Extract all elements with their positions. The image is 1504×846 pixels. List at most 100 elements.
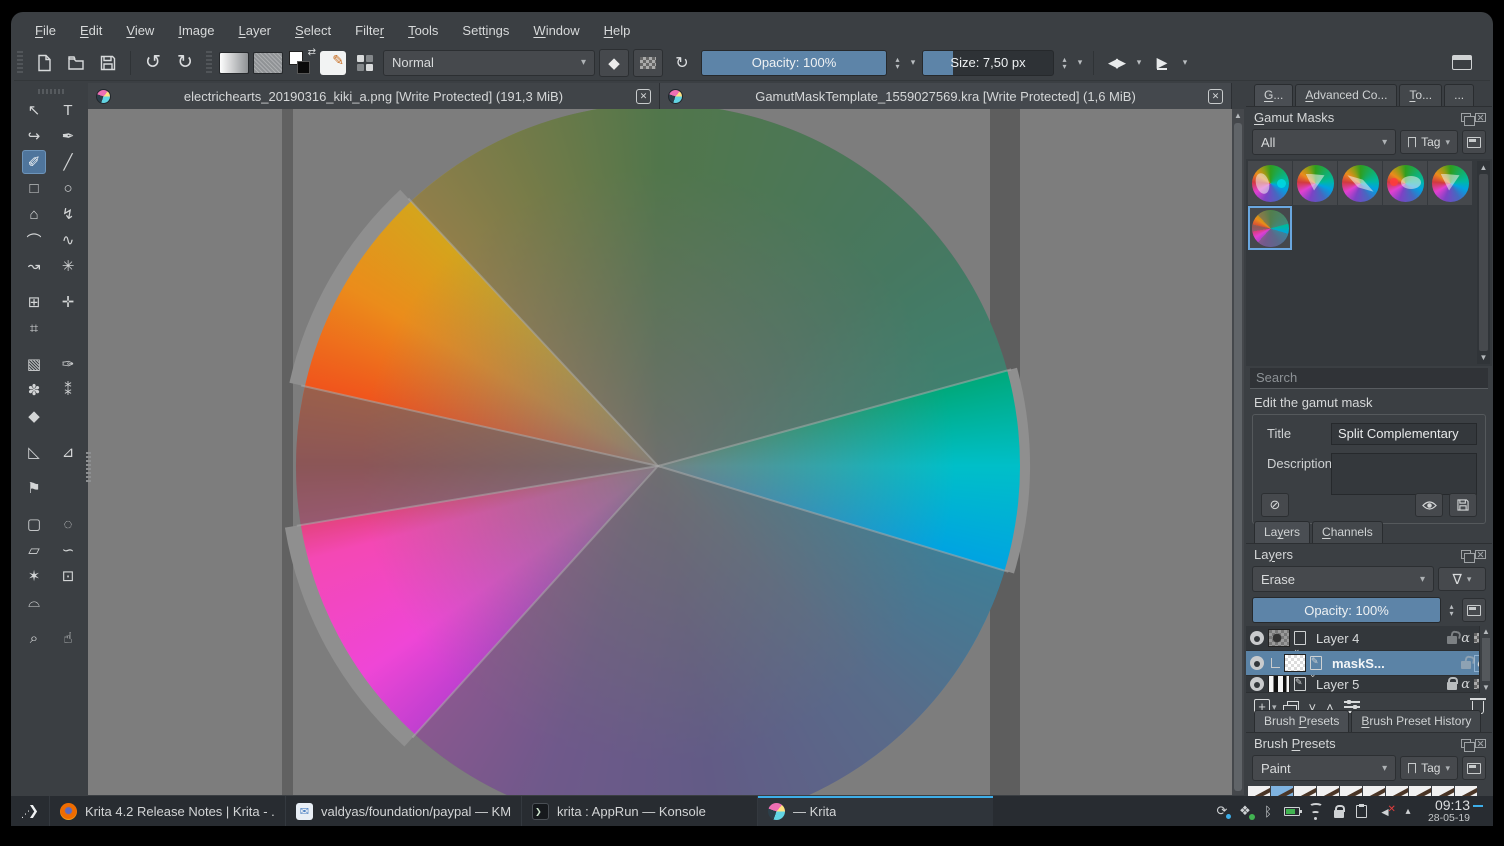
layer-visibility-toggle[interactable] xyxy=(1250,631,1264,645)
menu-file[interactable]: File xyxy=(24,19,67,42)
menu-settings[interactable]: Settings xyxy=(451,19,520,42)
layer-opacity-spinner[interactable]: ▴ ▾ xyxy=(1445,597,1458,623)
similar-select-tool[interactable]: ⊡ xyxy=(56,564,80,588)
menu-image[interactable]: Image xyxy=(167,19,225,42)
brush-filter-combo[interactable]: Paint ▾ xyxy=(1252,755,1397,781)
bezier-select-tool[interactable]: ⌓ xyxy=(22,590,46,614)
scrollbar-thumb[interactable] xyxy=(1482,638,1490,681)
toolbar-grip-2[interactable] xyxy=(206,50,212,75)
document-tab[interactable]: GamutMaskTemplate_1559027569.kra [Write … xyxy=(660,83,1232,109)
pan-tool[interactable]: ☝ xyxy=(56,626,80,650)
zoom-tool[interactable]: ⌕ xyxy=(22,626,46,650)
title-field-input[interactable]: Split Complementary xyxy=(1331,423,1477,445)
opacity-spinner[interactable]: ▴ ▾ xyxy=(891,50,904,76)
opacity-slider[interactable]: Opacity: 100% xyxy=(701,49,887,76)
gradient-chooser-button[interactable] xyxy=(219,49,249,77)
bezier-curve-tool[interactable]: ⌒ xyxy=(22,228,46,252)
mask-dot-ellipse[interactable] xyxy=(1383,161,1427,205)
menu-filter[interactable]: Filter xyxy=(344,19,395,42)
menu-window[interactable]: Window xyxy=(522,19,590,42)
mirror-horizontal-button[interactable]: ◀▶ xyxy=(1102,49,1130,77)
open-document-button[interactable] xyxy=(62,49,90,77)
scrollbar-down-arrow[interactable]: ▼ xyxy=(1477,353,1490,362)
foreground-background-color[interactable]: ⇄ xyxy=(287,47,316,77)
canvas-viewport[interactable] xyxy=(88,109,1232,795)
mask-triangle[interactable] xyxy=(1293,161,1337,205)
gamut-scrollbar[interactable]: ▲ ▼ xyxy=(1477,161,1490,364)
reference-images-tool[interactable]: ⚑ xyxy=(22,476,46,500)
preserve-alpha-button[interactable] xyxy=(633,48,663,77)
layers-tab-channels[interactable]: Channels xyxy=(1312,521,1383,543)
edit-brush-settings-button[interactable]: ✎ xyxy=(319,49,347,77)
rect-select-tool[interactable]: ▢ xyxy=(22,512,46,536)
layer-blend-mode-combo[interactable]: Erase ▾ xyxy=(1252,566,1434,592)
choose-brush-preset-button[interactable] xyxy=(351,49,379,77)
eraser-mode-button[interactable]: ◆ xyxy=(599,48,629,77)
fill-tool[interactable]: ◆ xyxy=(22,404,46,428)
magic-wand-select-tool[interactable]: ✶ xyxy=(22,564,46,588)
mask-lens[interactable] xyxy=(1338,161,1382,205)
battery-tray-icon[interactable] xyxy=(1283,806,1302,816)
size-options-arrow[interactable]: ▾ xyxy=(1075,57,1085,68)
layer-row[interactable]: Layer 5 α xyxy=(1246,676,1492,693)
transform-tool[interactable]: ⊞ xyxy=(22,290,46,314)
brush-tag-button[interactable]: Tag ▾ xyxy=(1400,756,1458,780)
layer-opacity-slider[interactable]: Opacity: 100% xyxy=(1252,597,1441,623)
volume-muted-tray-icon[interactable]: ◄ ✕ xyxy=(1378,804,1396,819)
assistants-tool[interactable]: ⊿ xyxy=(56,440,80,464)
toolbox-grip[interactable] xyxy=(38,89,64,94)
brush-tab-brush-preset-history[interactable]: Brush Preset History xyxy=(1351,710,1482,732)
text-tool[interactable]: T xyxy=(56,98,80,122)
alpha-lock-toggle[interactable]: α xyxy=(1461,631,1470,646)
dynamic-brush-tool[interactable]: ↝ xyxy=(22,254,46,278)
polygon-tool[interactable]: ⌂ xyxy=(22,202,46,226)
docker-tab-g-[interactable]: G... xyxy=(1254,84,1294,106)
mask-blob-dot[interactable] xyxy=(1248,161,1292,205)
calligraphy-tool[interactable]: ✒ xyxy=(56,124,80,148)
cancel-mask-edit-button[interactable]: ⊘ xyxy=(1261,493,1289,517)
mask-split-complementary[interactable] xyxy=(1248,206,1292,250)
float-docker-icon[interactable] xyxy=(1461,739,1475,752)
layer-row[interactable]: Layer 4 α xyxy=(1246,626,1492,655)
redo-button[interactable]: ↻ xyxy=(171,49,199,77)
scrollbar-thumb[interactable] xyxy=(1234,123,1242,791)
float-docker-icon[interactable] xyxy=(1461,550,1475,563)
measure-tool[interactable]: ◺ xyxy=(22,440,46,464)
menu-select[interactable]: Select xyxy=(284,19,342,42)
application-launcher-button[interactable]: ⋰ ❯ xyxy=(11,796,49,826)
smart-patch-tool[interactable]: ⁑ xyxy=(56,378,80,402)
colorize-mask-tool[interactable]: ✽ xyxy=(22,378,46,402)
crop-tool[interactable]: ⌗ xyxy=(22,316,46,340)
expand-tray-icon[interactable]: ▴ xyxy=(1401,806,1415,817)
wifi-tray-icon[interactable] xyxy=(1308,802,1323,820)
layer-filter-button[interactable]: ∇ ▾ xyxy=(1438,567,1486,591)
size-slider[interactable]: Size: 7,50 px xyxy=(922,49,1054,76)
new-document-button[interactable] xyxy=(30,49,58,77)
ellipse-select-tool[interactable]: ◌ xyxy=(56,512,80,536)
close-docker-icon[interactable] xyxy=(1475,550,1486,559)
color-sampler-tool[interactable]: ✑ xyxy=(56,352,80,376)
alpha-lock-toggle[interactable]: α xyxy=(1461,677,1470,692)
layer-lock-toggle[interactable] xyxy=(1447,677,1459,690)
menu-tools[interactable]: Tools xyxy=(397,19,449,42)
layer-lock-toggle[interactable] xyxy=(1447,636,1458,644)
mirror-horizontal-arrow[interactable]: ▾ xyxy=(1134,57,1144,68)
float-docker-icon[interactable] xyxy=(1461,113,1475,126)
layer-list-scrollbar[interactable]: ▲ ▼ xyxy=(1479,626,1492,693)
swap-colors-icon[interactable]: ⇄ xyxy=(308,47,316,58)
layer-visibility-toggle[interactable] xyxy=(1250,656,1264,670)
canvas-vertical-scrollbar[interactable]: ▲ xyxy=(1232,109,1244,795)
scrollbar-down-arrow[interactable]: ▼ xyxy=(1480,683,1492,692)
update-tray-icon[interactable]: ⟳ xyxy=(1215,803,1231,819)
freehand-select-tool[interactable]: ∽ xyxy=(56,538,80,562)
mirror-vertical-button[interactable]: ▶ xyxy=(1148,49,1176,77)
blending-mode-combo[interactable]: Normal ▾ xyxy=(383,49,595,76)
freehand-brush-tool[interactable]: ✐ xyxy=(22,150,46,174)
docker-tab-to-[interactable]: To... xyxy=(1399,84,1443,106)
clipboard-tray-icon[interactable] xyxy=(1355,803,1369,818)
docker-tab--[interactable]: ... xyxy=(1444,84,1475,106)
undo-button[interactable]: ↺ xyxy=(139,49,167,77)
brush-display-button[interactable] xyxy=(1462,756,1486,780)
size-spinner[interactable]: ▴ ▾ xyxy=(1058,50,1071,76)
gradient-tool[interactable]: ▧ xyxy=(22,352,46,376)
